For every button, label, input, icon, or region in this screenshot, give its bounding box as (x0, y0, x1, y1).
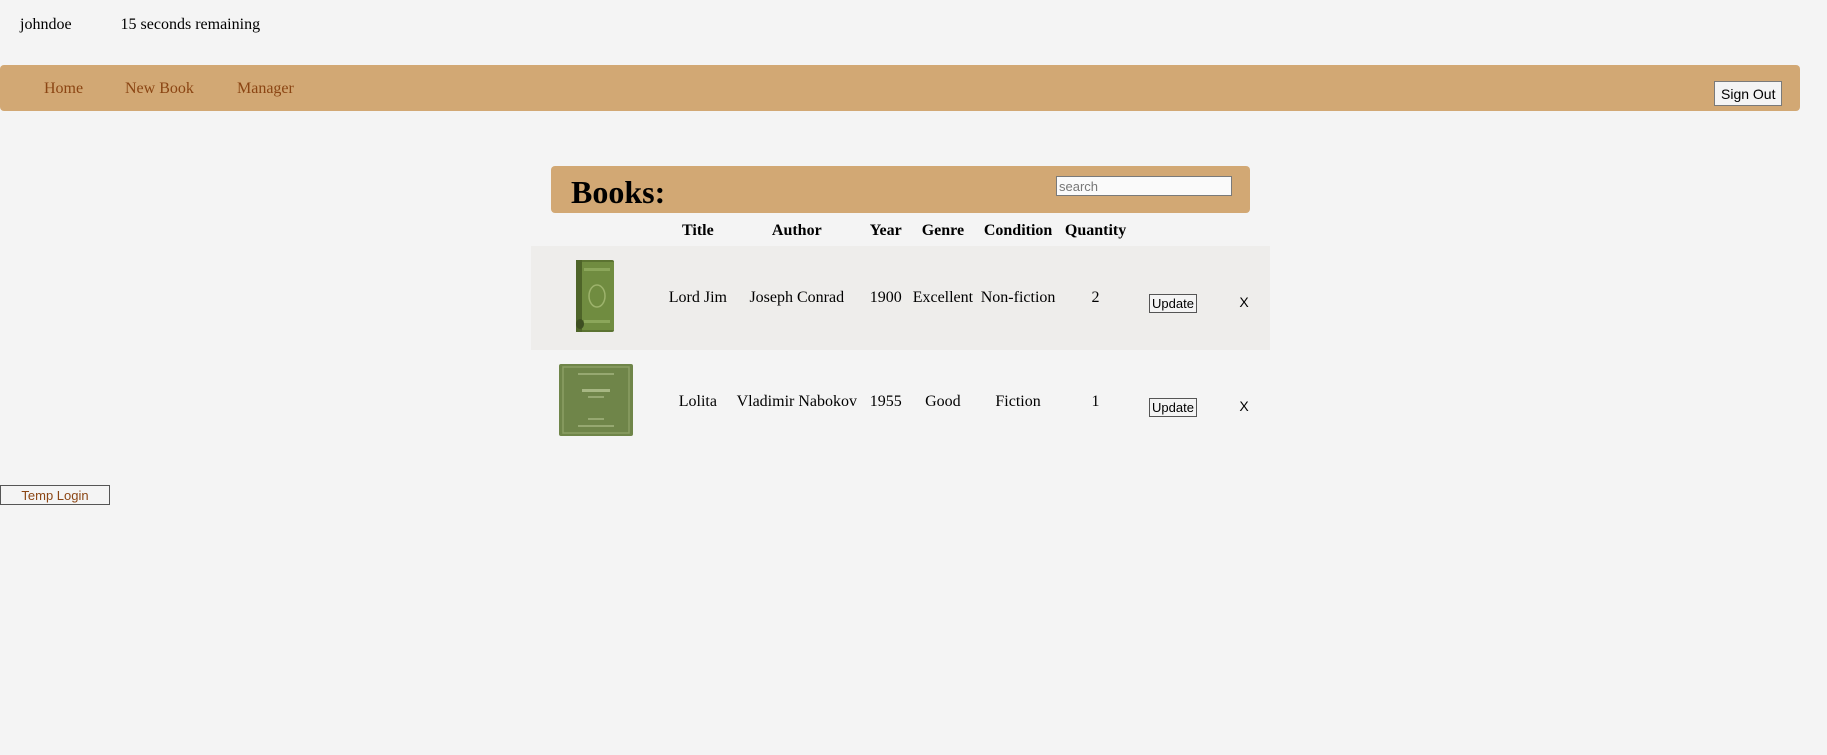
update-cell: Update (1128, 350, 1218, 454)
book-condition: Fiction (995, 393, 1041, 410)
column-header-genre: Genre (921, 222, 965, 239)
book-year: 1955 (869, 393, 902, 410)
books-header: Books: (551, 166, 1250, 213)
update-button[interactable]: Update (1149, 293, 1197, 313)
column-header-quantity: Quantity (1064, 222, 1127, 239)
update-column-header (1128, 216, 1218, 246)
book-genre: Good (925, 393, 961, 410)
book-cover-cell (531, 246, 661, 350)
delete-button[interactable]: X (1239, 294, 1248, 310)
table-header-row: Title Author Year Genre Condition Quanti… (531, 216, 1270, 246)
username: johndoe (20, 16, 72, 33)
session-bar: johndoe 15 seconds remaining (20, 16, 260, 34)
delete-cell: X (1218, 350, 1270, 454)
delete-button[interactable]: X (1239, 398, 1248, 414)
search-input[interactable] (1056, 176, 1232, 196)
book-title: Lord Jim (668, 289, 727, 306)
update-cell: Update (1128, 246, 1218, 350)
books-table: Title Author Year Genre Condition Quanti… (531, 216, 1270, 454)
sign-out-button[interactable]: Sign Out (1714, 81, 1783, 106)
nav-new-book-link[interactable]: New Book (125, 80, 194, 98)
delete-cell: X (1218, 246, 1270, 350)
book-quantity: 1 (1091, 393, 1100, 410)
book-cover-cell (531, 350, 661, 454)
book-genre: Excellent (912, 289, 974, 306)
temp-login-button[interactable]: Temp Login (0, 485, 110, 505)
nav-manager-link[interactable]: Manager (237, 80, 294, 98)
update-button[interactable]: Update (1149, 397, 1197, 417)
column-header-condition: Condition (983, 222, 1053, 239)
column-header-title: Title (682, 222, 714, 239)
nav-bar: Home New Book Manager Sign Out (0, 65, 1800, 111)
column-header-author: Author (771, 222, 822, 239)
book-condition: Non-fiction (980, 289, 1056, 306)
book-cover-image (558, 363, 633, 436)
books-title: Books: (571, 174, 666, 210)
book-cover-image (575, 259, 614, 332)
cover-column-header (531, 216, 661, 246)
book-author: Joseph Conrad (749, 289, 845, 306)
book-title: Lolita (678, 393, 717, 410)
table-row: Lolita Vladimir Nabokov 1955 Good Fictio… (531, 350, 1270, 454)
table-row: Lord Jim Joseph Conrad 1900 Excellent No… (531, 246, 1270, 350)
session-timer: 15 seconds remaining (120, 16, 261, 33)
book-quantity: 2 (1091, 289, 1100, 306)
column-header-year: Year (869, 222, 902, 239)
nav-home-link[interactable]: Home (44, 80, 83, 98)
delete-column-header (1218, 216, 1270, 246)
book-year: 1900 (869, 289, 902, 306)
book-author: Vladimir Nabokov (736, 393, 857, 410)
